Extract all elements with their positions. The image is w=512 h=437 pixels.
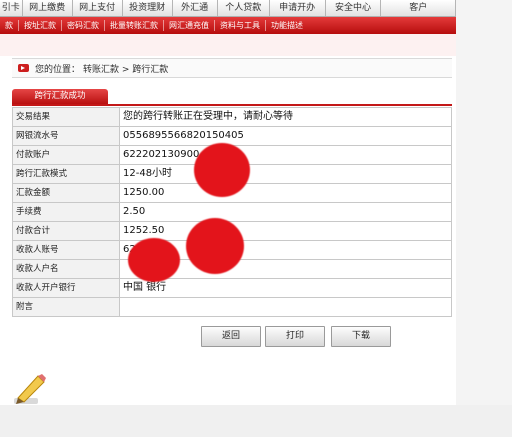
row-label: 跨行汇款模式 <box>12 165 120 183</box>
row-label: 网银流水号 <box>12 127 120 145</box>
row-label: 附言 <box>12 298 120 316</box>
top-tab-apply[interactable]: 申请开办 <box>269 0 326 16</box>
row-label: 收款人户名 <box>12 260 120 278</box>
table-row: 收款人开户银行 中国 银行 <box>12 279 452 298</box>
row-label: 手续费 <box>12 203 120 221</box>
sub-nav-item[interactable]: 款 <box>0 20 19 31</box>
top-nav: 引卡 网上缴费 网上支付 投资理财 外汇通 个人贷款 申请开办 安全中心 客户 <box>0 0 456 17</box>
header-band <box>0 34 456 56</box>
top-tab-investment[interactable]: 投资理财 <box>122 0 173 16</box>
table-row: 手续费 2.50 <box>12 203 452 222</box>
top-tab-web-pay[interactable]: 网上支付 <box>72 0 123 16</box>
top-tab-online-payment[interactable]: 网上缴费 <box>22 0 73 16</box>
breadcrumb-prefix: 您的位置： <box>35 64 81 75</box>
redaction-blob <box>186 218 244 274</box>
row-value: 1252.50 <box>120 222 452 240</box>
table-row: 附言 <box>12 298 452 317</box>
redaction-blob <box>128 238 180 282</box>
red-arrow-icon <box>18 64 29 72</box>
sub-nav-tools[interactable]: 资料与工具 <box>215 20 266 31</box>
result-tab: 跨行汇款成功 <box>12 89 108 104</box>
download-button[interactable]: 下载 <box>331 326 391 347</box>
row-value: 622202130900 <box>120 146 452 164</box>
right-gutter <box>456 0 512 437</box>
row-label: 付款账户 <box>12 146 120 164</box>
breadcrumb-path: 转账汇款 > 跨行汇款 <box>83 64 169 75</box>
row-value: 1250.00 <box>120 184 452 202</box>
row-label: 汇款金额 <box>12 184 120 202</box>
sub-nav-batch-transfer[interactable]: 批量转账汇款 <box>105 20 164 31</box>
breadcrumb: 您的位置： 转账汇款 > 跨行汇款 <box>12 58 452 78</box>
row-label: 收款人开户银行 <box>12 279 120 297</box>
redaction-blob <box>194 143 250 197</box>
sub-nav-description[interactable]: 功能描述 <box>266 20 308 31</box>
row-value: 中国 银行 <box>120 279 452 297</box>
top-tab-personal-loan[interactable]: 个人贷款 <box>217 0 270 16</box>
transaction-details-table: 交易结果 您的跨行转账正在受理中，请耐心等待 网银流水号 05568955668… <box>12 107 452 317</box>
row-label: 付款合计 <box>12 222 120 240</box>
sub-nav: 款 按址汇款 密码汇款 批量转账汇款 网汇通充值 资料与工具 功能描述 <box>0 17 456 34</box>
back-button[interactable]: 返回 <box>201 326 261 347</box>
top-tab-card[interactable]: 引卡 <box>0 0 23 16</box>
print-button[interactable]: 打印 <box>265 326 325 347</box>
row-value: 12-48小时 <box>120 165 452 183</box>
row-value: 2.50 <box>120 203 452 221</box>
sub-nav-password-remit[interactable]: 密码汇款 <box>62 20 105 31</box>
pencil-icon <box>14 374 46 404</box>
row-value <box>120 298 452 316</box>
top-tab-forex[interactable]: 外汇通 <box>172 0 218 16</box>
table-row: 网银流水号 0556895566820150405 <box>12 127 452 146</box>
top-tab-security[interactable]: 安全中心 <box>325 0 382 16</box>
row-value: 0556895566820150405 <box>120 127 452 145</box>
sub-nav-address-remit[interactable]: 按址汇款 <box>19 20 62 31</box>
tab-underline <box>12 104 452 106</box>
redaction-smear <box>318 110 438 124</box>
bottom-area <box>0 405 512 437</box>
sub-nav-webremit-topup[interactable]: 网汇通充值 <box>164 20 215 31</box>
row-label: 收款人账号 <box>12 241 120 259</box>
top-tab-customer[interactable]: 客户 <box>381 0 456 16</box>
row-label: 交易结果 <box>12 108 120 126</box>
